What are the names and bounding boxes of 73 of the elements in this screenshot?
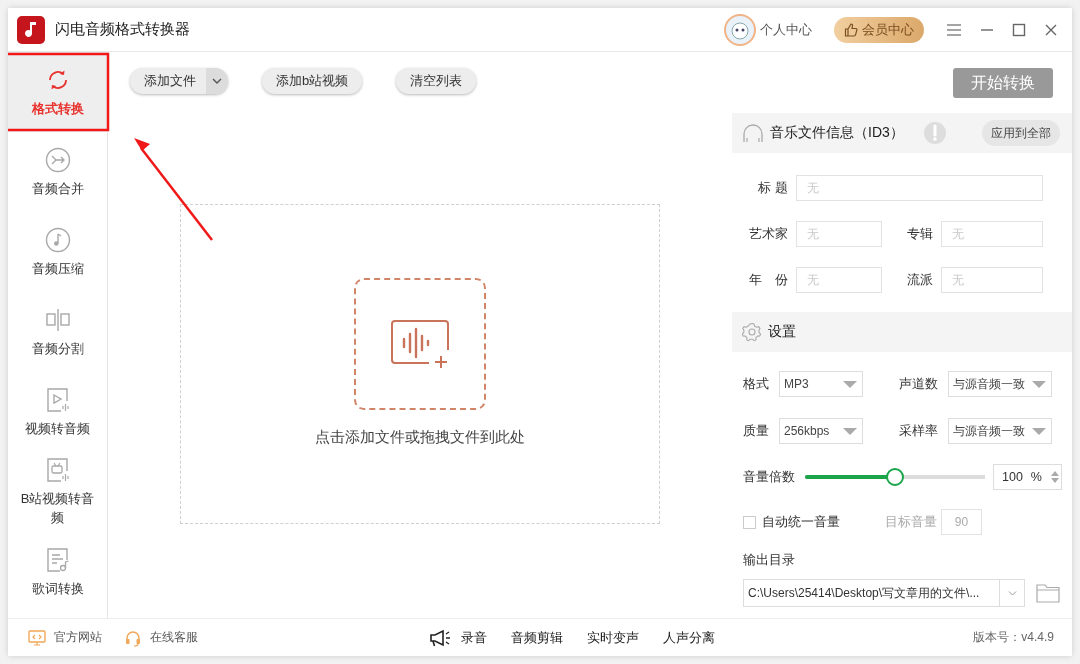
dropdown-triangle-icon [1032, 380, 1046, 388]
add-file-button[interactable]: 添加文件 [130, 68, 228, 94]
menu-icon[interactable] [946, 22, 962, 37]
tv-icon [44, 457, 71, 483]
folder-icon[interactable] [1036, 583, 1060, 603]
sidebar-item[interactable]: 音频合并 [8, 132, 107, 212]
slider-label: 音量倍数 [743, 468, 796, 486]
select-label: 质量 [743, 422, 770, 440]
monitor-icon [28, 628, 46, 647]
thumbs-up-icon [844, 22, 858, 37]
maximize-icon[interactable] [1012, 22, 1026, 37]
headset-icon [124, 628, 142, 647]
footer-tool-link[interactable]: 人声分离 [663, 628, 715, 647]
field-label: 标 题 [757, 179, 788, 197]
dropdown-triangle-icon [1032, 427, 1046, 435]
drop-hint: 点击添加文件或拖拽文件到此处 [315, 428, 525, 447]
user-center-link[interactable]: 个人中心 [760, 20, 812, 39]
add-audio-button[interactable] [354, 278, 486, 410]
sidebar-item[interactable]: B站视频转音频 [8, 452, 107, 532]
field-label: 目标音量 [885, 513, 937, 531]
footer-tool-link[interactable]: 音频剪辑 [511, 628, 563, 647]
sidebar-item[interactable]: 视频转音频 [8, 372, 107, 452]
drop-zone[interactable]: 点击添加文件或拖拽文件到此处 [180, 204, 660, 524]
section-title: 音乐文件信息（ID3） [770, 124, 904, 142]
lyrics-document-icon [44, 546, 71, 573]
version-label: 版本号：v4.4.9 [973, 629, 1054, 646]
dropdown-triangle-icon [843, 380, 857, 388]
field-label: 艺术家 [748, 225, 788, 243]
select-label: 格式 [743, 375, 770, 393]
number-spinner[interactable]: 100 % [993, 464, 1062, 490]
app-logo-icon [17, 15, 45, 44]
toolbar-button[interactable]: 清空列表 [396, 68, 477, 94]
checkbox[interactable] [743, 515, 756, 529]
music-note-icon [44, 226, 71, 253]
select-label: 声道数 [898, 375, 939, 393]
chevron-down-icon [1007, 590, 1017, 596]
sidebar-item[interactable]: 音频分割 [8, 292, 107, 372]
megaphone-icon [429, 628, 451, 647]
dropdown-select[interactable]: 256kbps [779, 418, 863, 444]
headphones-icon [742, 122, 764, 144]
close-icon[interactable] [1044, 22, 1058, 37]
output-folder-label: 输出目录 [743, 551, 796, 569]
audio-wave-plus-icon [389, 319, 451, 369]
video-play-icon [44, 386, 71, 413]
sidebar-item[interactable]: 格式转换 [8, 52, 107, 132]
slider-thumb[interactable] [886, 468, 904, 486]
field-label: 流派 [906, 271, 933, 289]
path-dropdown[interactable]: C:\Users\25414\Desktop\写文章用的文件\... [743, 579, 1025, 607]
dropdown-select[interactable]: 与源音频一致 [948, 418, 1052, 444]
footer-link[interactable]: 在线客服 [124, 628, 198, 647]
spinner-arrows-icon [1050, 469, 1060, 485]
settings-icon [742, 322, 762, 342]
window-title: 闪电音频格式转换器 [55, 20, 190, 39]
footer-link[interactable]: 官方网站 [28, 628, 102, 647]
dropdown-select[interactable]: MP3 [779, 371, 863, 397]
split-icon [44, 306, 71, 333]
section-title: 设置 [768, 323, 796, 341]
select-label: 采样率 [898, 422, 939, 440]
dropdown-triangle-icon [843, 427, 857, 435]
sidebar-item[interactable]: 音频压缩 [8, 212, 107, 292]
toolbar-button[interactable]: 添加b站视频 [262, 68, 363, 94]
vip-center-button[interactable]: 会员中心 [834, 16, 924, 43]
footer-tool-link[interactable]: 录音 [461, 628, 487, 647]
field-label: 年 份 [748, 271, 788, 289]
info-icon [923, 122, 946, 144]
dropdown-select[interactable]: 与源音频一致 [948, 371, 1052, 397]
apply-to-all-button[interactable]: 应用到全部 [982, 120, 1060, 146]
footer-tool-link[interactable]: 实时变声 [587, 628, 639, 647]
checkbox-label: 自动统一音量 [762, 513, 840, 531]
sidebar-item[interactable]: 歌词转换 [8, 532, 107, 612]
field-label: 专辑 [906, 225, 933, 243]
chevron-down-icon [212, 78, 222, 84]
avatar-icon[interactable] [724, 13, 756, 46]
